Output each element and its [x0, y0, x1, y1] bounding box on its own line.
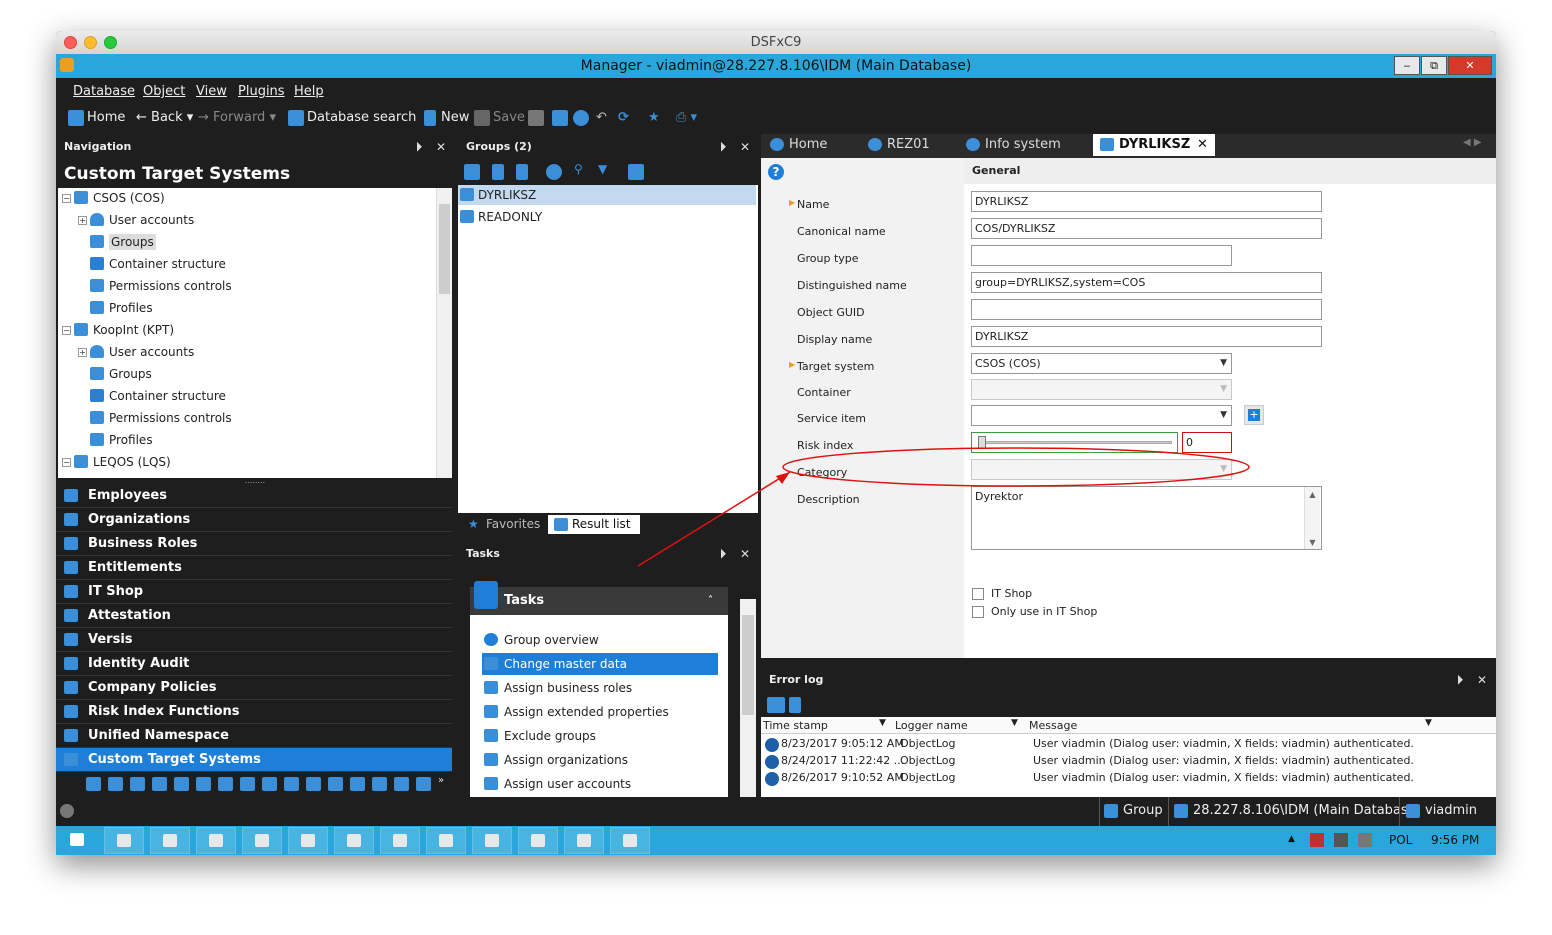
annotation-ellipse	[782, 447, 1250, 487]
annotation-overlay	[637, 447, 1250, 567]
annotation-arrow-line	[637, 471, 791, 567]
annotation-arrow-head	[776, 472, 790, 484]
